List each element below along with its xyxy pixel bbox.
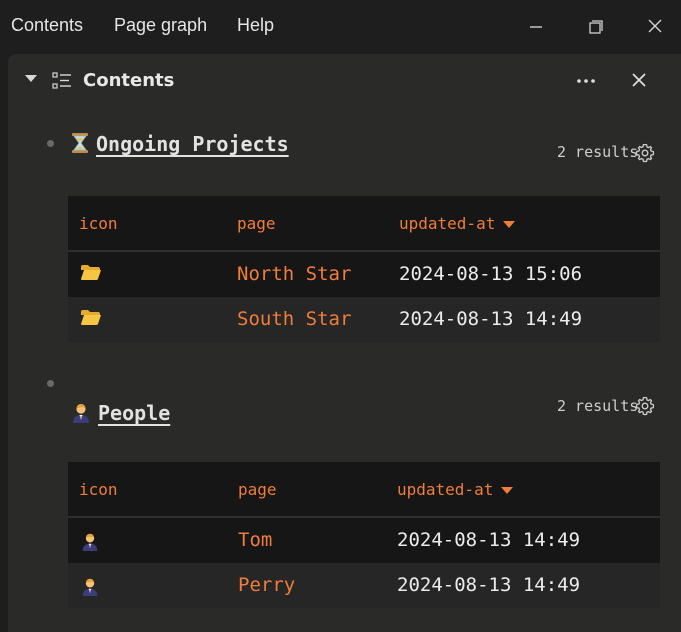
results-count: 2 results xyxy=(557,397,639,415)
person-icon xyxy=(70,401,92,428)
person-icon xyxy=(80,530,100,556)
section-title: People xyxy=(98,401,171,425)
section-heading-people[interactable]: People xyxy=(70,401,170,428)
table-of-contents-icon xyxy=(52,71,72,95)
table-header: icon page updated-at xyxy=(68,462,660,518)
column-header-icon[interactable]: icon xyxy=(79,214,118,233)
column-header-page[interactable]: page xyxy=(237,214,276,233)
section-title: Ongoing Projects xyxy=(96,132,289,156)
updated-at-value: 2024-08-13 14:49 xyxy=(397,574,581,596)
updated-at-value: 2024-08-13 15:06 xyxy=(399,263,583,285)
title-bar: Contents Page graph Help xyxy=(0,0,681,54)
restore-icon[interactable] xyxy=(583,14,609,40)
updated-at-value: 2024-08-13 14:49 xyxy=(397,529,581,551)
panel-title: Contents xyxy=(83,70,175,91)
page-link[interactable]: North Star xyxy=(237,263,351,285)
more-options-icon[interactable] xyxy=(573,70,599,92)
table-row: South Star 2024-08-13 14:49 xyxy=(68,297,660,342)
menu-contents[interactable]: Contents xyxy=(11,15,83,36)
column-header-label: updated-at xyxy=(397,480,494,499)
query-results-table: icon page updated-at North Star 2024-08-… xyxy=(68,196,660,342)
list-bullet xyxy=(47,380,54,387)
column-header-page[interactable]: page xyxy=(238,480,277,499)
window-close-icon[interactable] xyxy=(642,14,668,40)
person-icon xyxy=(80,575,100,601)
table-row: North Star 2024-08-13 15:06 xyxy=(68,252,660,297)
section-heading-ongoing-projects[interactable]: Ongoing Projects xyxy=(70,132,289,159)
page-link[interactable]: South Star xyxy=(237,308,351,330)
updated-at-value: 2024-08-13 14:49 xyxy=(399,308,583,330)
column-header-updated-at[interactable]: updated-at xyxy=(397,480,514,499)
sort-descending-icon xyxy=(501,487,514,494)
folder-icon xyxy=(80,264,102,286)
minimize-icon[interactable] xyxy=(523,14,549,40)
results-count: 2 results xyxy=(557,143,639,161)
page-link[interactable]: Tom xyxy=(238,529,272,551)
folder-icon xyxy=(80,309,102,331)
query-results-table: icon page updated-at Tom 2024-08-13 14:4… xyxy=(68,462,660,608)
list-bullet xyxy=(47,140,54,147)
sort-descending-icon xyxy=(503,221,516,228)
contents-panel: Contents Ongoing Projects 2 results icon… xyxy=(8,54,681,632)
collapse-caret-icon[interactable] xyxy=(25,75,37,82)
table-row: Perry 2024-08-13 14:49 xyxy=(68,563,660,608)
table-header: icon page updated-at xyxy=(68,196,660,252)
column-header-label: updated-at xyxy=(399,214,496,233)
menu-help[interactable]: Help xyxy=(237,15,274,36)
page-link[interactable]: Perry xyxy=(238,574,295,596)
gear-icon[interactable] xyxy=(635,396,655,416)
close-icon[interactable] xyxy=(628,69,650,91)
menu-page-graph[interactable]: Page graph xyxy=(114,15,207,36)
table-row: Tom 2024-08-13 14:49 xyxy=(68,518,660,563)
panel-header: Contents xyxy=(8,54,681,110)
column-header-updated-at[interactable]: updated-at xyxy=(399,214,516,233)
hourglass-icon xyxy=(70,132,90,159)
column-header-icon[interactable]: icon xyxy=(79,480,118,499)
gear-icon[interactable] xyxy=(635,143,655,163)
